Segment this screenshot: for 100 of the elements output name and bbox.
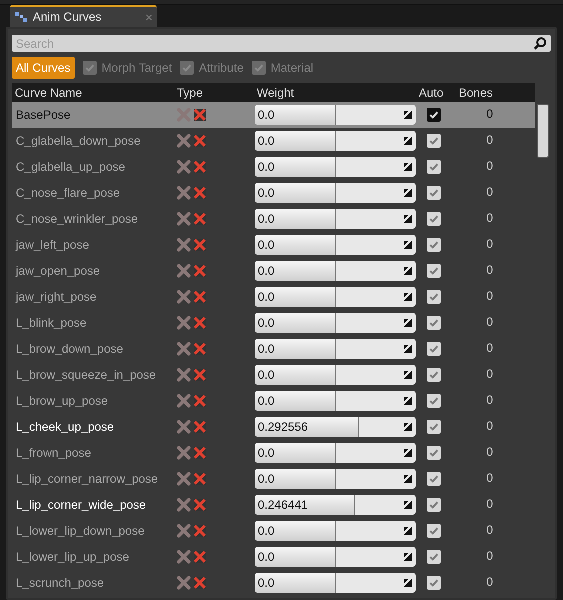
weight-value: 0.0 (257, 289, 275, 306)
column-header[interactable]: Curve Name (12, 84, 173, 102)
bones-count: 0 (486, 366, 494, 383)
curve-name: jaw_open_pose (14, 263, 102, 280)
resize-icon (404, 345, 412, 353)
cross-icon (177, 186, 191, 200)
table-row[interactable]: L_blink_pose 0.0 0 (12, 310, 535, 336)
resize-icon (404, 293, 412, 301)
table-row[interactable]: C_glabella_up_pose 0.0 0 (12, 154, 535, 180)
cross-icon (177, 498, 191, 512)
checkbox[interactable] (427, 238, 441, 252)
weight-value: 0.0 (257, 107, 275, 124)
bones-count: 0 (486, 470, 494, 487)
weight-slider[interactable]: 0.292556 (255, 417, 416, 437)
curve-name: BasePose (15, 107, 72, 124)
weight-value: 0.0 (257, 549, 275, 566)
curve-name: C_glabella_down_pose (15, 133, 142, 150)
cross-icon (177, 212, 191, 226)
search-field[interactable]: Search (12, 35, 551, 52)
checkbox[interactable] (427, 576, 441, 590)
column-header[interactable]: Auto (417, 84, 455, 102)
bones-count: 0 (486, 210, 494, 227)
checkbox[interactable] (427, 160, 441, 174)
column-header[interactable]: Weight (253, 84, 417, 102)
weight-slider[interactable]: 0.0 (255, 209, 416, 229)
table-row[interactable]: jaw_right_pose 0.0 0 (12, 284, 535, 310)
table-row[interactable]: L_frown_pose 0.0 0 (12, 440, 535, 466)
filter-label: Attribute (199, 60, 244, 77)
resize-icon (404, 189, 412, 197)
curve-name: L_lower_lip_up_pose (15, 549, 130, 566)
weight-value: 0.0 (257, 367, 275, 384)
table-row[interactable]: C_glabella_down_pose 0.0 0 (12, 128, 535, 154)
checkbox[interactable] (427, 394, 441, 408)
weight-slider[interactable]: 0.0 (255, 287, 416, 307)
cross-icon (177, 550, 191, 564)
checkbox[interactable] (427, 264, 441, 278)
panel-tab[interactable]: Anim Curves × (10, 5, 157, 27)
table-row[interactable]: L_brow_down_pose 0.0 0 (12, 336, 535, 362)
table-row[interactable]: jaw_left_pose 0.0 0 (12, 232, 535, 258)
weight-slider[interactable]: 0.0 (255, 573, 416, 593)
resize-icon (404, 319, 412, 327)
bones-count: 0 (486, 288, 494, 305)
column-header[interactable]: Bones (455, 84, 515, 102)
weight-slider[interactable]: 0.0 (255, 183, 416, 203)
weight-value: 0.292556 (257, 419, 308, 436)
checkbox[interactable] (427, 472, 441, 486)
resize-icon (404, 371, 412, 379)
checkbox[interactable] (427, 446, 441, 460)
resize-icon (404, 163, 412, 171)
bones-count: 0 (486, 132, 494, 149)
checkbox[interactable] (427, 368, 441, 382)
table-row[interactable]: L_lower_lip_down_pose 0.0 0 (12, 518, 535, 544)
bones-count: 0 (486, 262, 494, 279)
table-row[interactable]: L_lip_corner_narrow_pose 0.0 0 (12, 466, 535, 492)
table-row[interactable]: L_lower_lip_up_pose 0.0 0 (12, 544, 535, 570)
table-row[interactable]: C_nose_flare_pose 0.0 0 (12, 180, 535, 206)
weight-slider[interactable]: 0.0 (255, 313, 416, 333)
table-row[interactable]: BasePose 0.0 0 (12, 102, 535, 128)
checkbox[interactable] (427, 498, 441, 512)
curve-name: C_glabella_up_pose (15, 159, 126, 176)
column-header[interactable]: Type (173, 84, 253, 102)
checkbox[interactable] (427, 342, 441, 356)
cross-icon (177, 264, 191, 278)
weight-slider[interactable]: 0.0 (255, 521, 416, 541)
checkbox[interactable] (427, 524, 441, 538)
filter-label: Material (270, 60, 314, 77)
table-row[interactable]: L_brow_squeeze_in_pose 0.0 0 (12, 362, 535, 388)
curve-name: jaw_right_pose (14, 289, 98, 306)
checkbox[interactable] (427, 550, 441, 564)
weight-slider[interactable]: 0.0 (255, 391, 416, 411)
weight-slider[interactable]: 0.0 (255, 365, 416, 385)
weight-slider[interactable]: 0.246441 (255, 495, 416, 515)
weight-slider[interactable]: 0.0 (255, 105, 416, 125)
table-row[interactable]: L_brow_up_pose 0.0 0 (12, 388, 535, 414)
weight-slider[interactable]: 0.0 (255, 261, 416, 281)
weight-slider[interactable]: 0.0 (255, 157, 416, 177)
weight-slider[interactable]: 0.0 (255, 339, 416, 359)
table-row[interactable]: C_nose_wrinkler_pose 0.0 0 (12, 206, 535, 232)
checkbox[interactable] (427, 316, 441, 330)
weight-slider[interactable]: 0.0 (255, 547, 416, 567)
table-row[interactable]: L_cheek_up_pose 0.292556 0 (12, 414, 535, 440)
scrollbar-thumb[interactable] (537, 104, 549, 158)
checkbox[interactable] (427, 290, 441, 304)
checkbox[interactable] (427, 108, 441, 122)
table-row[interactable]: jaw_open_pose 0.0 0 (12, 258, 535, 284)
table-row[interactable]: L_lip_corner_wide_pose 0.246441 0 (12, 492, 535, 518)
search-icon (534, 37, 547, 50)
bones-count: 0 (486, 496, 494, 513)
checkbox[interactable] (427, 420, 441, 434)
checkbox[interactable] (427, 212, 441, 226)
weight-slider[interactable]: 0.0 (255, 131, 416, 151)
weight-value: 0.0 (257, 575, 275, 592)
weight-slider[interactable]: 0.0 (255, 235, 416, 255)
checkbox[interactable] (427, 186, 441, 200)
weight-slider[interactable]: 0.0 (255, 443, 416, 463)
curve-name: L_brow_down_pose (15, 341, 124, 358)
checkbox[interactable] (427, 134, 441, 148)
weight-value: 0.0 (257, 159, 275, 176)
weight-slider[interactable]: 0.0 (255, 469, 416, 489)
table-row[interactable]: L_scrunch_pose 0.0 0 (12, 570, 535, 596)
